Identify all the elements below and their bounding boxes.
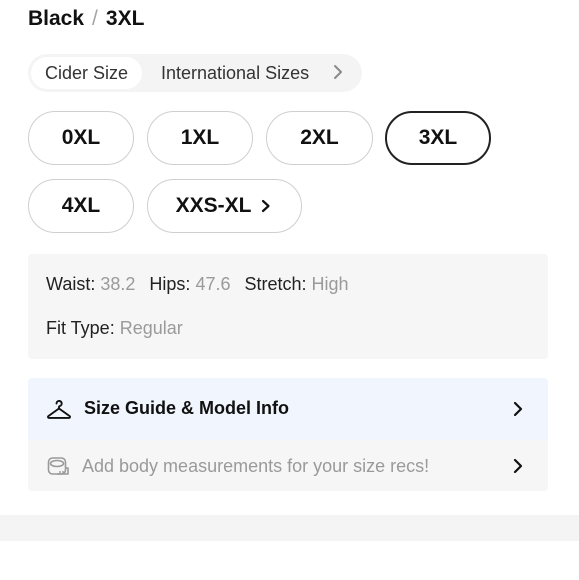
body-measurements-label: Add body measurements for your size recs… bbox=[82, 456, 430, 476]
title-separator: / bbox=[92, 7, 98, 30]
waist-value: 38.2 bbox=[100, 274, 136, 294]
chevron-right-icon bbox=[262, 199, 271, 213]
variant-title: Black / 3XL bbox=[28, 5, 144, 33]
stretch-value: High bbox=[311, 274, 349, 294]
fit-type-label: Fit Type: bbox=[46, 318, 115, 338]
tab-cider-size[interactable]: Cider Size bbox=[31, 57, 142, 89]
chevron-right-icon bbox=[513, 458, 523, 474]
hips-value: 47.6 bbox=[195, 274, 231, 294]
size-option-1xl[interactable]: 1XL bbox=[147, 111, 253, 165]
size-system-tabs: Cider Size International Sizes bbox=[28, 54, 362, 92]
selected-color: Black bbox=[28, 7, 85, 30]
waist-label: Waist: bbox=[46, 274, 96, 294]
fit-type-value: Regular bbox=[119, 318, 183, 338]
size-option-4xl[interactable]: 4XL bbox=[28, 179, 134, 233]
size-option-label: 2XL bbox=[300, 126, 339, 149]
tab-international-sizes[interactable]: International Sizes bbox=[161, 57, 309, 89]
hips-label: Hips: bbox=[149, 274, 191, 294]
size-guide-panel: Size Guide & Model Info Add body measure… bbox=[28, 378, 548, 491]
size-option-3xl[interactable]: 3XL bbox=[385, 111, 491, 165]
size-option-label: XXS-XL bbox=[175, 194, 252, 217]
size-option-xxs-xl[interactable]: XXS-XL bbox=[147, 179, 302, 233]
size-option-label: 3XL bbox=[418, 126, 458, 149]
size-option-label: 4XL bbox=[61, 194, 101, 217]
measuring-tape-icon bbox=[47, 457, 69, 475]
size-guide-row[interactable]: Size Guide & Model Info bbox=[28, 378, 548, 440]
size-option-2xl[interactable]: 2XL bbox=[266, 111, 373, 165]
section-divider bbox=[0, 515, 579, 541]
stretch-label: Stretch: bbox=[244, 274, 307, 294]
body-measurements-row[interactable]: Add body measurements for your size recs… bbox=[28, 440, 548, 491]
measurements-row: Waist: 38.2 Hips: 47.6 Stretch: High bbox=[46, 273, 349, 295]
size-guide-label: Size Guide & Model Info bbox=[84, 398, 290, 418]
hanger-icon bbox=[47, 399, 71, 419]
chevron-right-icon bbox=[513, 401, 523, 417]
measurements-panel: Waist: 38.2 Hips: 47.6 Stretch: High Fit T… bbox=[28, 254, 548, 359]
fit-type-row: Fit Type: Regular bbox=[46, 317, 183, 339]
selected-size: 3XL bbox=[105, 7, 145, 30]
size-option-label: 1XL bbox=[180, 126, 220, 149]
chevron-right-icon[interactable] bbox=[329, 63, 347, 81]
size-option-0xl[interactable]: 0XL bbox=[28, 111, 134, 165]
size-option-label: 0XL bbox=[61, 126, 101, 149]
